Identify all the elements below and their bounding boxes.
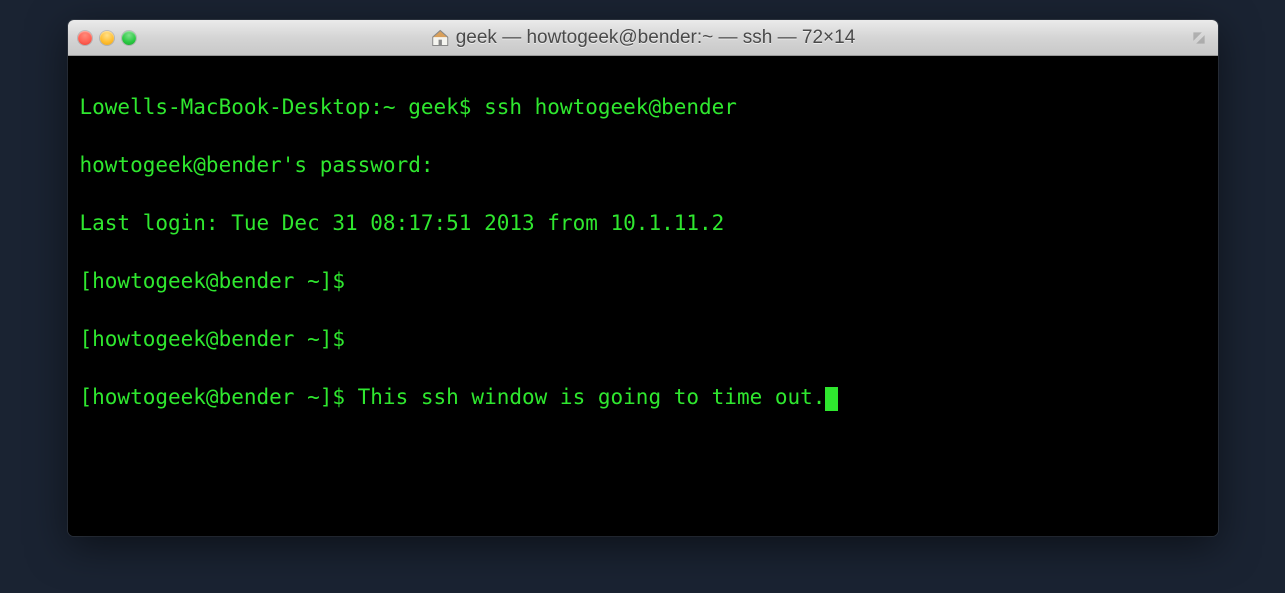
window-title: geek — howtogeek@bender:~ — ssh — 72×14 [456,27,856,49]
home-icon [430,28,450,48]
terminal-line: [howtogeek@bender ~]$ [80,267,1206,296]
terminal-cursor [825,387,838,411]
zoom-button[interactable] [122,31,136,45]
window-title-group: geek — howtogeek@bender:~ — ssh — 72×14 [430,27,856,49]
fullscreen-icon[interactable] [1190,31,1208,45]
terminal-line: howtogeek@bender's password: [80,151,1206,180]
terminal-line: [howtogeek@bender ~]$ This ssh window is… [80,383,1206,412]
terminal-line: Lowells-MacBook-Desktop:~ geek$ ssh howt… [80,93,1206,122]
close-button[interactable] [78,31,92,45]
traffic-lights [78,31,136,45]
terminal-line: [howtogeek@bender ~]$ [80,325,1206,354]
terminal-content[interactable]: Lowells-MacBook-Desktop:~ geek$ ssh howt… [68,56,1218,536]
terminal-window: geek — howtogeek@bender:~ — ssh — 72×14 … [68,20,1218,536]
terminal-text: [howtogeek@bender ~]$ This ssh window is… [80,385,826,409]
window-titlebar[interactable]: geek — howtogeek@bender:~ — ssh — 72×14 [68,20,1218,56]
terminal-line: Last login: Tue Dec 31 08:17:51 2013 fro… [80,209,1206,238]
minimize-button[interactable] [100,31,114,45]
